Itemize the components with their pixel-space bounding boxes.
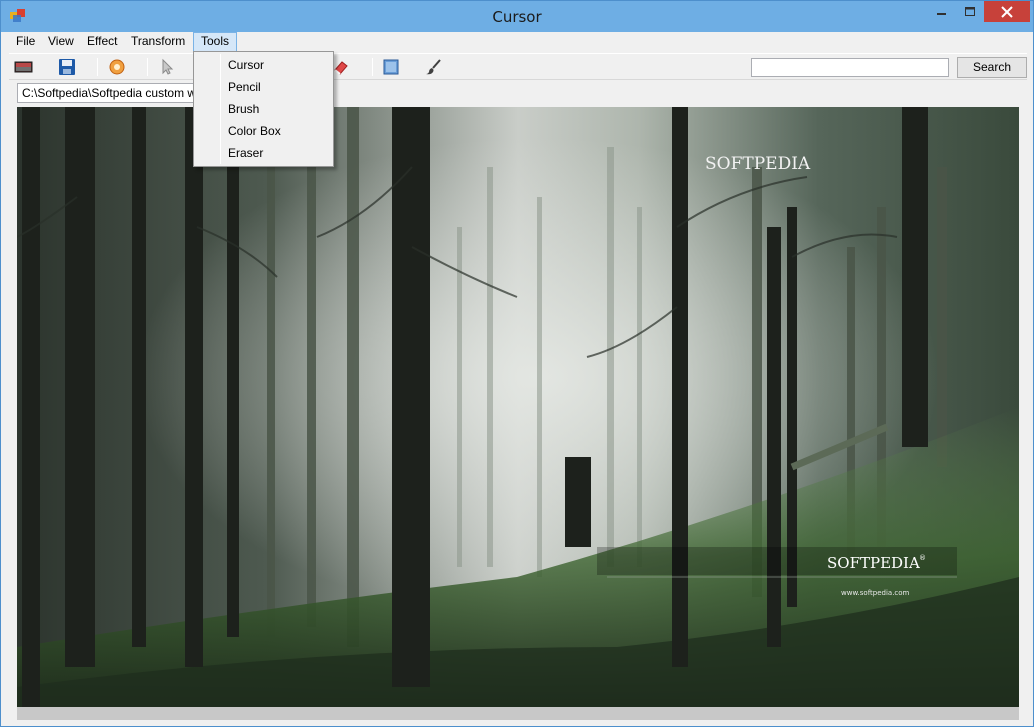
image-canvas[interactable]: SOFTPEDIA SOFTPEDIA ® www.softpedia.com — [17, 107, 1019, 707]
minimize-button[interactable] — [928, 1, 956, 22]
watermark-url: www.softpedia.com — [841, 589, 910, 597]
toolbar-separator — [97, 58, 98, 76]
maximize-icon — [965, 6, 975, 16]
open-image-button[interactable] — [14, 58, 34, 76]
menu-effect[interactable]: Effect — [80, 32, 124, 52]
title-bar[interactable]: Cursor — [1, 1, 1033, 32]
brush-icon — [426, 59, 441, 75]
toolbar: Search — [9, 53, 1027, 80]
tools-menu-brush[interactable]: Brush — [196, 98, 331, 120]
menu-transform[interactable]: Transform — [124, 32, 192, 52]
toolbar-separator — [372, 58, 373, 76]
menu-bar: File View Effect Transform Tools — [9, 32, 1027, 52]
search-button[interactable]: Search — [957, 57, 1027, 78]
tools-menu-color-box[interactable]: Color Box — [196, 120, 331, 142]
eraser-tool-button[interactable] — [331, 58, 351, 76]
menu-view[interactable]: View — [41, 32, 81, 52]
arrow-cursor-icon — [162, 58, 174, 75]
save-button[interactable] — [57, 58, 77, 76]
circle-icon — [109, 59, 125, 75]
brush-tool-button[interactable] — [424, 58, 444, 76]
tools-menu-cursor[interactable]: Cursor — [196, 54, 331, 76]
close-icon — [1001, 5, 1013, 18]
color-box-icon — [383, 59, 399, 75]
watermark-registered: ® — [919, 554, 926, 562]
forest-photo: SOFTPEDIA SOFTPEDIA ® www.softpedia.com — [17, 107, 1019, 707]
window-title: Cursor — [492, 8, 542, 26]
menu-tools[interactable]: Tools — [193, 32, 238, 52]
app-window: Cursor File View Effect Transform Tools — [0, 0, 1034, 727]
tools-menu-pencil[interactable]: Pencil — [196, 76, 331, 98]
minimize-icon — [937, 12, 946, 15]
toolbar-separator — [147, 58, 148, 76]
cursor-tool-button[interactable] — [157, 58, 177, 76]
color-box-button[interactable] — [381, 58, 401, 76]
close-button[interactable] — [984, 1, 1030, 22]
maximize-button[interactable] — [956, 1, 984, 22]
tools-dropdown-menu: Cursor Pencil Brush Color Box Eraser — [193, 51, 334, 167]
image-icon — [14, 61, 33, 73]
floppy-disk-icon — [59, 59, 75, 75]
menu-file[interactable]: File — [9, 32, 42, 52]
watermark-bottom: SOFTPEDIA — [827, 554, 920, 572]
eraser-icon — [334, 61, 348, 75]
watermark-top: SOFTPEDIA — [705, 154, 811, 174]
tools-menu-eraser[interactable]: Eraser — [196, 142, 331, 164]
record-button[interactable] — [107, 58, 127, 76]
search-input[interactable] — [751, 58, 949, 77]
horizontal-scrollbar[interactable] — [17, 707, 1019, 720]
